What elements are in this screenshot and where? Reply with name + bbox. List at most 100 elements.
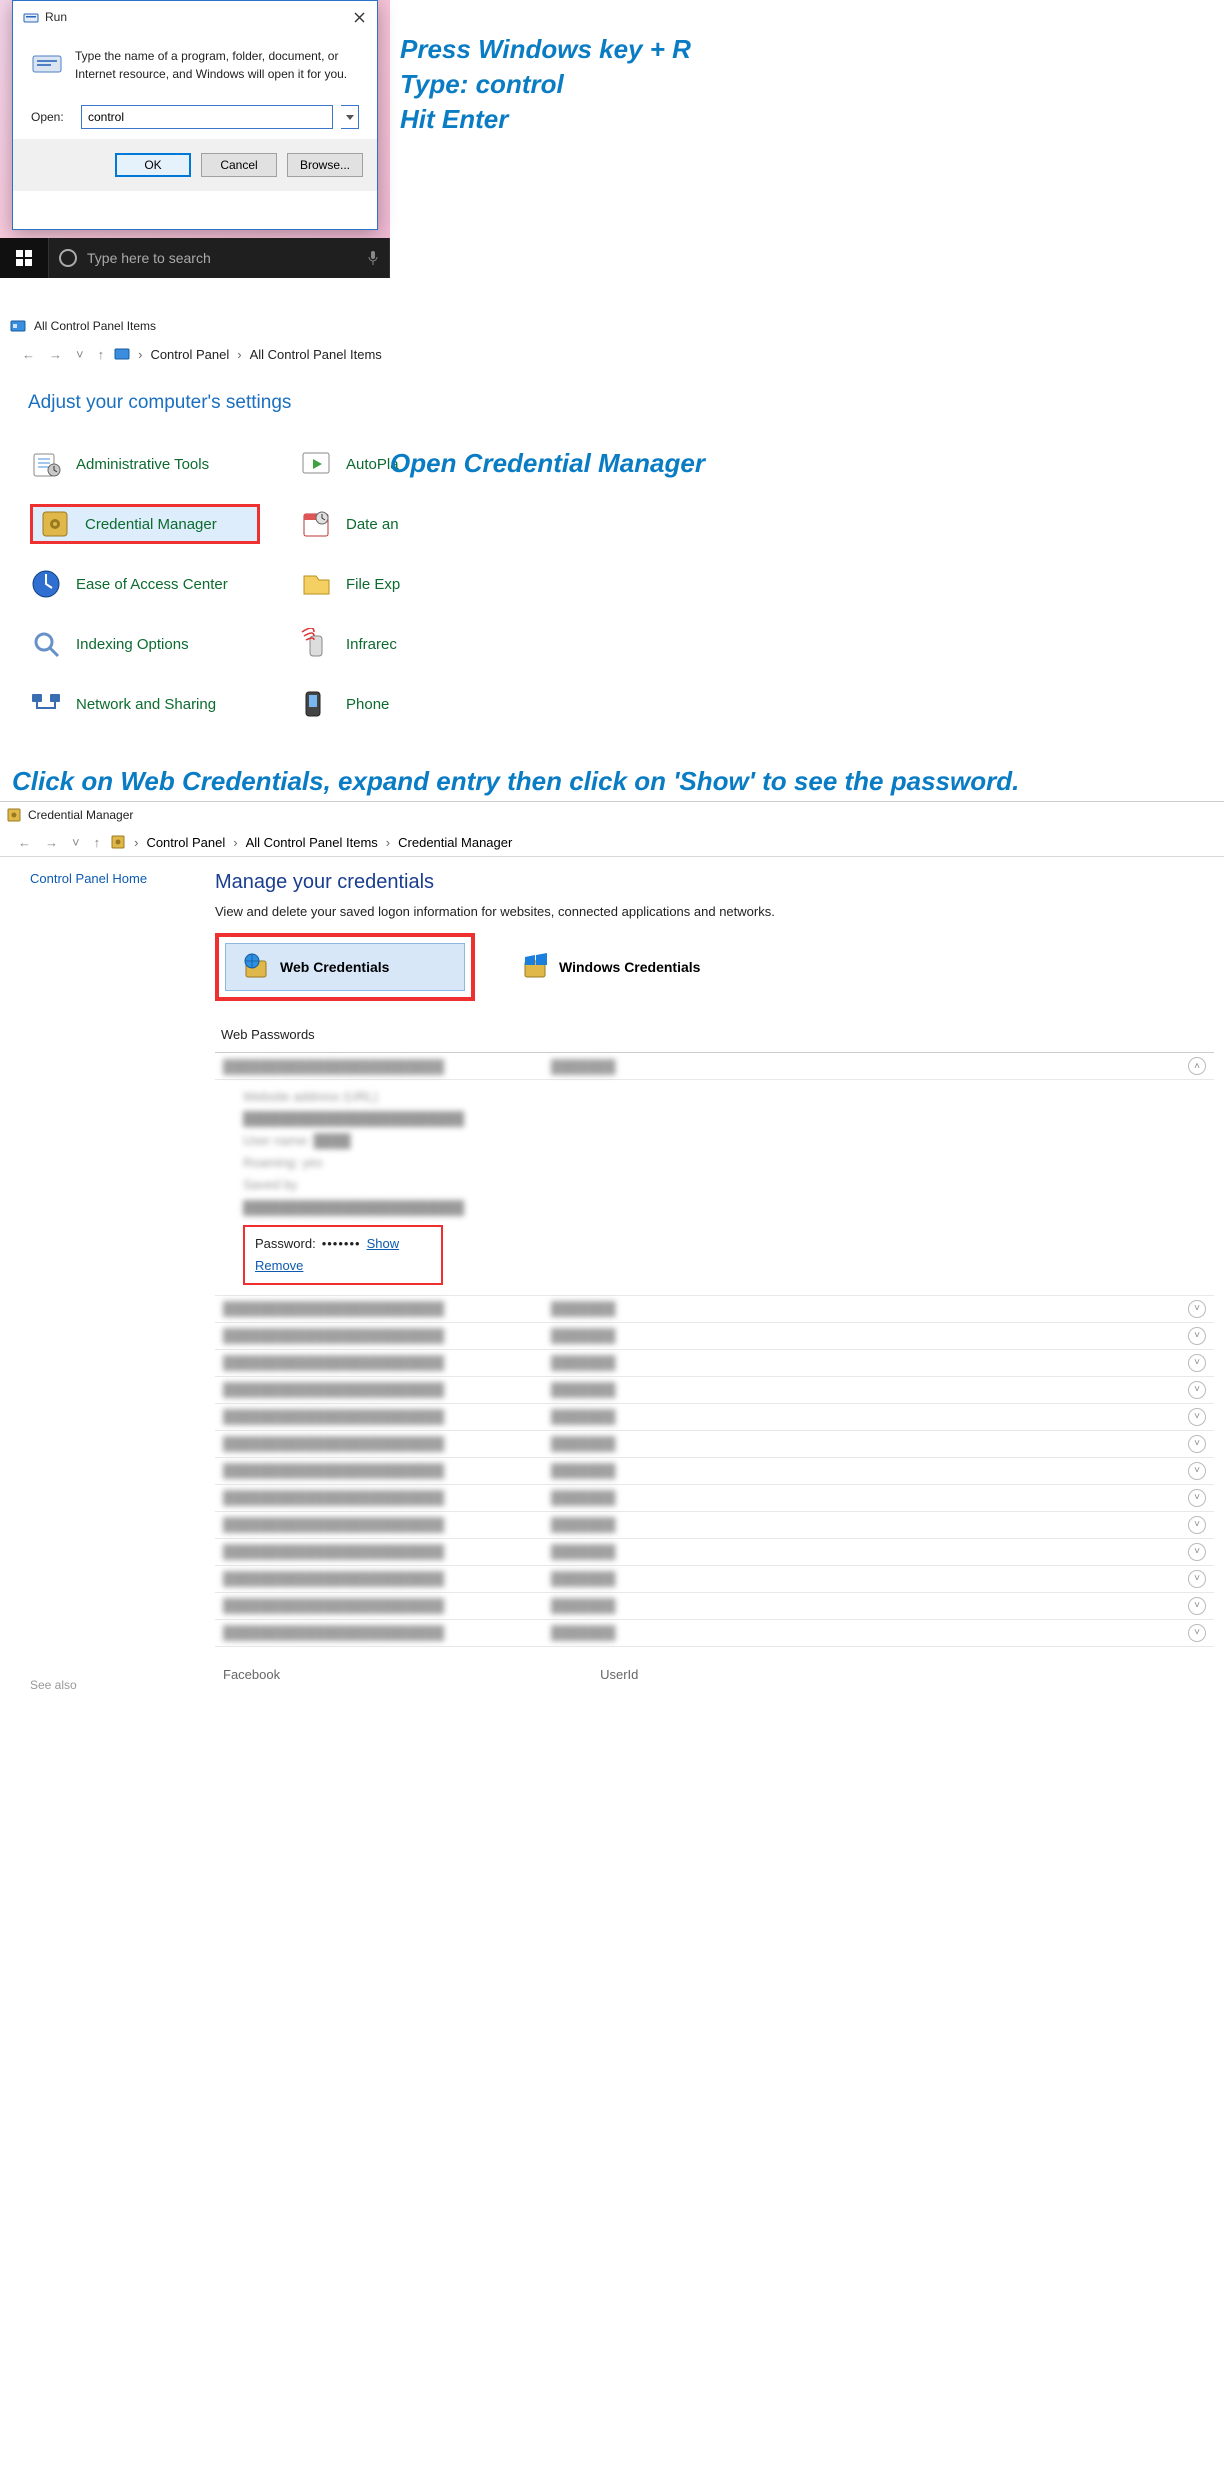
safe-icon [110, 834, 126, 850]
chevron-down-icon[interactable]: ˅ [1188, 1435, 1206, 1453]
windows-safe-icon [521, 953, 549, 981]
back-icon[interactable]: ← [18, 347, 39, 362]
cp-item-icon [39, 508, 71, 540]
control-panel-home-link[interactable]: Control Panel Home [30, 871, 215, 886]
breadcrumb-c[interactable]: Credential Manager [398, 835, 512, 850]
dropdown-history-icon[interactable]: ˅ [68, 835, 84, 850]
credential-row[interactable]: ███████████████████████████████˅ [215, 1485, 1214, 1512]
manage-credentials-heading: Manage your credentials [215, 871, 1214, 894]
cp-item-partial[interactable]: Date an [300, 504, 410, 544]
credential-row[interactable]: ███████████████████████████████˅ [215, 1323, 1214, 1350]
chevron-down-icon[interactable]: ˅ [1188, 1327, 1206, 1345]
cp-item-icon [30, 628, 62, 660]
ok-button[interactable]: OK [115, 153, 191, 177]
control-panel-icon [10, 318, 26, 334]
up-icon[interactable]: ↑ [94, 347, 109, 362]
credential-row[interactable]: ███████████████████████████████˅ [215, 1377, 1214, 1404]
chevron-up-icon[interactable]: ˄ [1188, 1057, 1206, 1075]
chevron-down-icon[interactable]: ˅ [1188, 1381, 1206, 1399]
breadcrumb-b[interactable]: All Control Panel Items [246, 835, 378, 850]
credential-row[interactable]: ███████████████████████████████˅ [215, 1620, 1214, 1647]
instruction-step1: Press Windows key + R Type: control Hit … [400, 32, 691, 137]
cp-item-network-and-sharing[interactable]: Network and Sharing [30, 684, 260, 724]
web-passwords-heading: Web Passwords [221, 1027, 1214, 1042]
credential-row[interactable]: ███████████████████████████████˅ [215, 1512, 1214, 1539]
explorer-nav: ← → ˅ ↑ › Control Panel › All Control Pa… [0, 828, 1224, 857]
chevron-down-icon[interactable]: ˅ [1188, 1489, 1206, 1507]
credential-row[interactable]: ███████████████████████████████˅ [215, 1458, 1214, 1485]
cp-item-label: Network and Sharing [76, 696, 216, 713]
chevron-down-icon[interactable]: ˅ [1188, 1354, 1206, 1372]
cp-item-label: Date an [346, 516, 399, 533]
cp-item-administrative-tools[interactable]: Administrative Tools [30, 444, 260, 484]
cancel-button[interactable]: Cancel [201, 153, 277, 177]
explorer-nav: ← → ˅ ↑ › Control Panel › All Control Pa… [0, 346, 1224, 362]
chevron-down-icon[interactable]: ˅ [1188, 1543, 1206, 1561]
open-input[interactable] [81, 105, 333, 129]
chevron-down-icon[interactable]: ˅ [1188, 1300, 1206, 1318]
close-icon[interactable] [345, 3, 373, 31]
search-placeholder: Type here to search [87, 250, 211, 266]
cp-item-icon [300, 688, 332, 720]
show-link[interactable]: Show [367, 1236, 400, 1251]
credential-row[interactable]: ███████████████████████████████˅ [215, 1431, 1214, 1458]
password-label: Password: [255, 1236, 316, 1251]
chevron-down-icon[interactable]: ˅ [1188, 1597, 1206, 1615]
breadcrumb-leaf[interactable]: All Control Panel Items [250, 347, 382, 362]
chevron-down-icon[interactable]: ˅ [1188, 1570, 1206, 1588]
chevron-down-icon[interactable]: ˅ [1188, 1462, 1206, 1480]
breadcrumb-root[interactable]: Control Panel [150, 347, 229, 362]
cp-item-ease-of-access-center[interactable]: Ease of Access Center [30, 564, 260, 604]
breadcrumb-a[interactable]: Control Panel [146, 835, 225, 850]
globe-safe-icon [242, 953, 270, 981]
up-icon[interactable]: ↑ [90, 835, 105, 850]
chevron-down-icon[interactable]: ˅ [1188, 1408, 1206, 1426]
cortana-icon [59, 249, 77, 267]
safe-icon [6, 807, 22, 823]
instruction-step2: Open Credential Manager [390, 448, 705, 479]
cp-item-label: Credential Manager [85, 516, 217, 533]
cp-item-icon [300, 568, 332, 600]
credential-row[interactable]: ███████████████████████████████˅ [215, 1296, 1214, 1323]
footer-col1: Facebook [223, 1667, 280, 1682]
cp-item-partial[interactable]: Infrarec [300, 624, 410, 664]
cp-item-icon [30, 688, 62, 720]
start-button[interactable] [0, 238, 48, 278]
cp-item-label: Infrarec [346, 636, 397, 653]
cp-item-credential-manager[interactable]: Credential Manager [30, 504, 260, 544]
mic-icon[interactable] [367, 250, 379, 266]
control-panel-icon [114, 346, 130, 362]
cp-item-icon [30, 568, 62, 600]
cp-item-partial[interactable]: File Exp [300, 564, 410, 604]
chevron-down-icon[interactable]: ˅ [1188, 1516, 1206, 1534]
remove-link[interactable]: Remove [255, 1258, 303, 1273]
open-dropdown-icon[interactable] [341, 105, 359, 129]
credential-row[interactable]: ███████████████████████████████˅ [215, 1539, 1214, 1566]
chevron-down-icon[interactable]: ˅ [1188, 1624, 1206, 1642]
cp-item-label: Administrative Tools [76, 456, 209, 473]
taskbar: Type here to search [0, 238, 390, 278]
see-also-label: See also [30, 1678, 77, 1692]
cp-item-partial[interactable]: Phone [300, 684, 410, 724]
back-icon[interactable]: ← [14, 835, 35, 850]
run-instruction-text: Type the name of a program, folder, docu… [75, 47, 359, 83]
cp-item-indexing-options[interactable]: Indexing Options [30, 624, 260, 664]
credential-row[interactable]: ███████████████████████████████˄ [215, 1053, 1214, 1080]
run-title: Run [45, 10, 345, 24]
credential-row[interactable]: ███████████████████████████████˅ [215, 1566, 1214, 1593]
credential-row[interactable]: ███████████████████████████████˅ [215, 1593, 1214, 1620]
credential-row[interactable]: ███████████████████████████████˅ [215, 1350, 1214, 1377]
browse-button[interactable]: Browse... [287, 153, 363, 177]
credential-manager-window: Credential Manager ← → ˅ ↑ › Control Pan… [0, 801, 1224, 1700]
tab-web-credentials[interactable]: Web Credentials [225, 943, 465, 991]
forward-icon[interactable]: → [45, 347, 66, 362]
cp-item-icon [300, 448, 332, 480]
tab-web-label: Web Credentials [280, 959, 389, 975]
run-large-icon [31, 47, 63, 79]
credential-row[interactable]: ███████████████████████████████˅ [215, 1404, 1214, 1431]
dropdown-history-icon[interactable]: ˅ [72, 347, 88, 362]
tab-windows-credentials[interactable]: Windows Credentials [505, 943, 716, 991]
taskbar-search[interactable]: Type here to search [48, 238, 390, 278]
forward-icon[interactable]: → [41, 835, 62, 850]
window-title: Credential Manager [28, 808, 133, 822]
